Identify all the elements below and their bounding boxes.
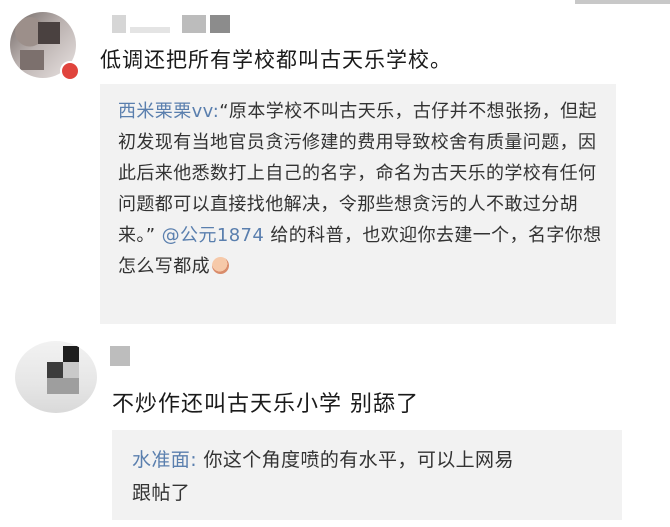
avatar-user-2[interactable] xyxy=(15,341,97,413)
quoted-reply-1: 西米栗栗vv:“原本学校不叫古天乐，古仔并不想张扬，但起初发现有当地官员贪污修建… xyxy=(100,84,616,324)
avatar-pixel-block xyxy=(47,378,79,394)
username-2-redacted[interactable] xyxy=(110,346,130,366)
avatar-pixel-block xyxy=(38,22,60,44)
quoted-reply-1-text: 西米栗栗vv:“原本学校不叫古天乐，古仔并不想张扬，但起初发现有当地官员贪污修建… xyxy=(118,96,608,282)
comment-2-text: 不炒作还叫古天乐小学 别舔了 xyxy=(112,392,419,417)
quote-author-link[interactable]: 西米栗栗vv: xyxy=(118,101,219,122)
quoted-reply-2: 水准面: 你这个角度喷的有水平，可以上网易跟帖了 xyxy=(112,430,622,520)
comment-1-text: 低调还把所有学校都叫古天乐学校。 xyxy=(100,48,452,72)
avatar-pixel-block xyxy=(20,50,44,70)
top-edge-bar xyxy=(575,0,670,4)
avatar-pixel-block xyxy=(47,362,63,378)
username-1-redacted[interactable] xyxy=(112,15,242,33)
verified-badge-icon xyxy=(60,61,80,81)
quote-author-link[interactable]: 水准面: xyxy=(132,449,197,471)
mention-link[interactable]: @公元1874 xyxy=(162,225,265,246)
blush-emoji-icon xyxy=(212,257,229,274)
avatar-pixel-block xyxy=(63,346,79,362)
avatar-pixel-block xyxy=(63,362,79,378)
quoted-reply-2-text: 水准面: 你这个角度喷的有水平，可以上网易跟帖了 xyxy=(132,444,532,510)
